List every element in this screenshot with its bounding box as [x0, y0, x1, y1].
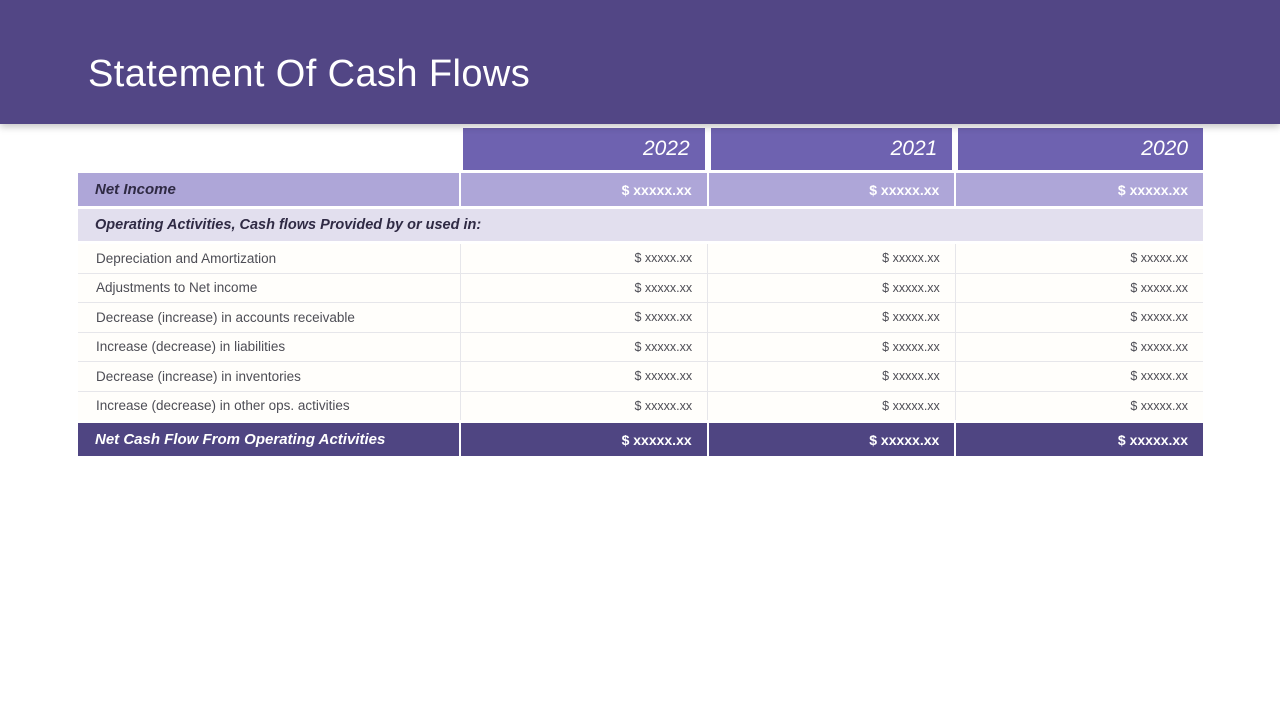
- table-row: Increase (decrease) in liabilities $ xxx…: [78, 331, 1203, 362]
- row-value-increase-in-liabilities-2021: $ xxxxx.xx: [707, 331, 956, 362]
- table-row: Decrease (increase) in accounts receivab…: [78, 302, 1203, 333]
- total-value-2021: $ xxxxx.xx: [706, 420, 956, 456]
- row-label-increase-in-other-ops-activities: Increase (decrease) in other ops. activi…: [78, 390, 460, 422]
- table-header-row: 2022 2021 2020: [78, 128, 1203, 172]
- row-value-increase-in-other-ops-activities-2021: $ xxxxx.xx: [707, 390, 956, 422]
- table-row-net-income: Net Income $ xxxxx.xx $ xxxxx.xx $ xxxxx…: [78, 170, 1203, 208]
- net-income-label: Net Income: [78, 170, 460, 208]
- row-label-depreciation-and-amortization: Depreciation and Amortization: [78, 241, 460, 274]
- row-value-decrease-in-accounts-receivable-2022: $ xxxxx.xx: [459, 302, 708, 333]
- row-value-increase-in-other-ops-activities-2022: $ xxxxx.xx: [459, 390, 708, 422]
- row-value-adjustments-to-net-income-2020: $ xxxxx.xx: [954, 272, 1203, 303]
- row-label-increase-in-liabilities: Increase (decrease) in liabilities: [78, 331, 460, 362]
- row-value-increase-in-liabilities-2022: $ xxxxx.xx: [459, 331, 708, 362]
- row-value-increase-in-liabilities-2020: $ xxxxx.xx: [954, 331, 1203, 362]
- table-section-header-operating-activities: Operating Activities, Cash flows Provide…: [78, 206, 1203, 243]
- net-income-value-2021: $ xxxxx.xx: [706, 170, 956, 208]
- total-label: Net Cash Flow From Operating Activities: [78, 420, 460, 456]
- row-value-depreciation-and-amortization-2022: $ xxxxx.xx: [459, 241, 708, 274]
- total-value-2020: $ xxxxx.xx: [954, 420, 1203, 456]
- row-value-decrease-in-accounts-receivable-2020: $ xxxxx.xx: [954, 302, 1203, 333]
- table-row: Adjustments to Net income $ xxxxx.xx $ x…: [78, 272, 1203, 303]
- row-value-decrease-in-inventories-2022: $ xxxxx.xx: [459, 361, 708, 392]
- row-value-decrease-in-inventories-2021: $ xxxxx.xx: [707, 361, 956, 392]
- table-row: Depreciation and Amortization $ xxxxx.xx…: [78, 241, 1203, 274]
- row-value-adjustments-to-net-income-2022: $ xxxxx.xx: [459, 272, 708, 303]
- row-value-decrease-in-inventories-2020: $ xxxxx.xx: [954, 361, 1203, 392]
- row-value-depreciation-and-amortization-2020: $ xxxxx.xx: [954, 241, 1203, 274]
- row-value-depreciation-and-amortization-2021: $ xxxxx.xx: [707, 241, 956, 274]
- cash-flow-table: 2022 2021 2020 Net Income $ xxxxx.xx $ x…: [78, 128, 1203, 456]
- row-label-adjustments-to-net-income: Adjustments to Net income: [78, 272, 460, 303]
- row-label-decrease-in-inventories: Decrease (increase) in inventories: [78, 361, 460, 392]
- cash-flow-table-container: 2022 2021 2020 Net Income $ xxxxx.xx $ x…: [78, 128, 1203, 456]
- row-value-decrease-in-accounts-receivable-2021: $ xxxxx.xx: [707, 302, 956, 333]
- table-row: Decrease (increase) in inventories $ xxx…: [78, 361, 1203, 392]
- slide-title-band: Statement Of Cash Flows: [0, 0, 1280, 124]
- table-row-total-net-cash-flow: Net Cash Flow From Operating Activities …: [78, 420, 1203, 456]
- table-row: Increase (decrease) in other ops. activi…: [78, 390, 1203, 422]
- row-value-adjustments-to-net-income-2021: $ xxxxx.xx: [707, 272, 956, 303]
- total-value-2022: $ xxxxx.xx: [459, 420, 708, 456]
- page-title: Statement Of Cash Flows: [88, 53, 531, 95]
- row-value-increase-in-other-ops-activities-2020: $ xxxxx.xx: [954, 390, 1203, 422]
- section-header-label: Operating Activities, Cash flows Provide…: [78, 206, 1203, 243]
- net-income-value-2020: $ xxxxx.xx: [954, 170, 1203, 208]
- column-header-year-2020: 2020: [952, 128, 1203, 172]
- row-label-decrease-in-accounts-receivable: Decrease (increase) in accounts receivab…: [78, 302, 460, 333]
- column-header-year-2021: 2021: [704, 128, 956, 172]
- column-header-year-2022: 2022: [457, 128, 708, 172]
- net-income-value-2022: $ xxxxx.xx: [459, 170, 708, 208]
- header-label-cell: [78, 128, 460, 172]
